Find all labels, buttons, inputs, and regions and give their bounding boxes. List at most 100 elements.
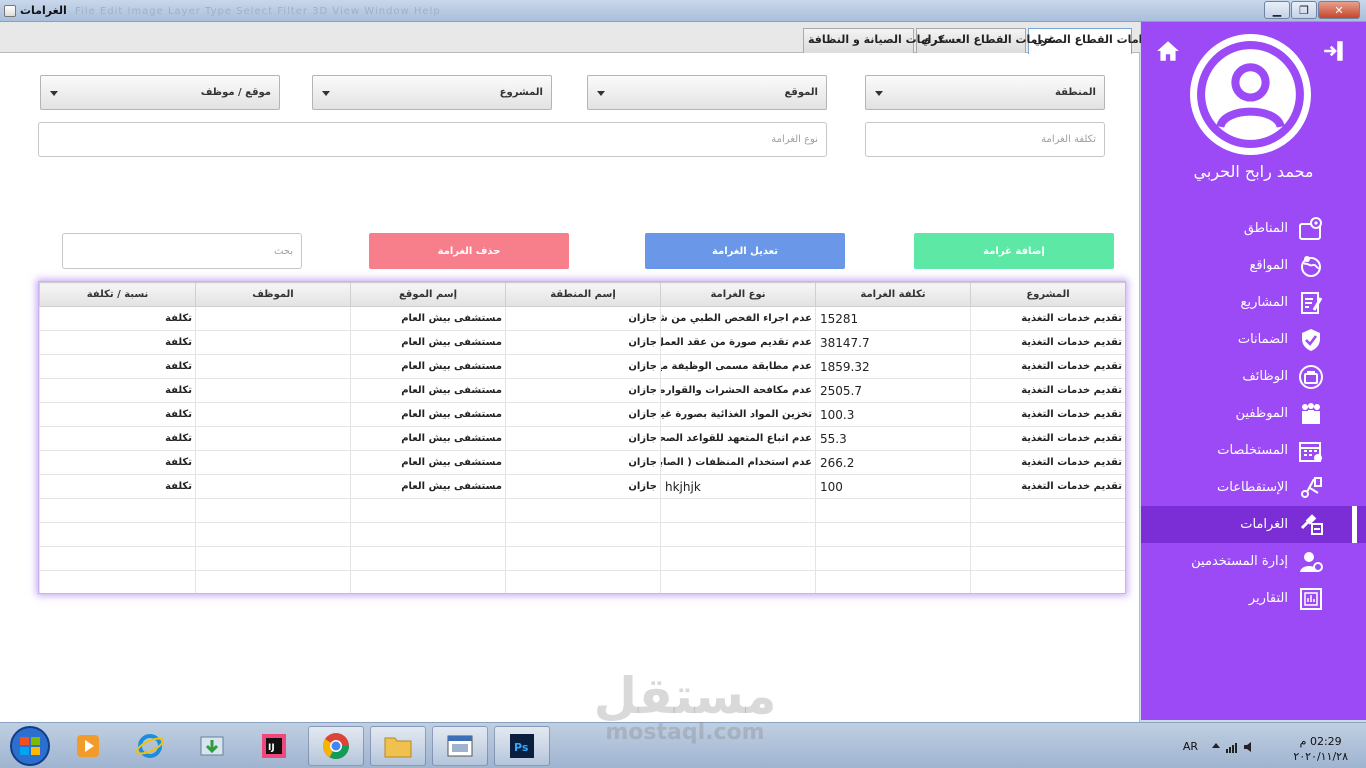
sidebar-item-guarantees[interactable]: الضمانات <box>1141 321 1366 358</box>
cell-region[interactable]: جازان <box>505 330 661 355</box>
maximize-button[interactable]: ❐ <box>1291 1 1317 19</box>
sidebar-item-deductions[interactable]: الإستقطاعات <box>1141 469 1366 506</box>
taskbar-chrome-icon[interactable] <box>308 726 364 766</box>
cell-region[interactable]: جازان <box>505 378 661 403</box>
cell-ratio-cost[interactable]: تكلفة <box>39 378 196 403</box>
cell-ratio-cost[interactable]: تكلفة <box>39 450 196 475</box>
cell-fine-type[interactable]: عدم تقديم صورة من عقد العمل بين ا... <box>660 330 816 355</box>
clock[interactable]: 02:29 م ٢٠٢٠/١١/٢٨ <box>1293 734 1348 764</box>
taskbar-explorer-icon[interactable] <box>370 726 426 766</box>
cell-employee[interactable] <box>195 474 351 499</box>
sidebar-item-jobs[interactable]: الوظائف <box>1141 358 1366 395</box>
sidebar-item-fines[interactable]: الغرامات <box>1141 506 1366 543</box>
cell-fine-cost[interactable]: 266.2 <box>815 450 971 475</box>
cell-project[interactable]: تقديم خدمات التغذية <box>970 306 1125 331</box>
cell-project[interactable]: تقديم خدمات التغذية <box>970 402 1125 427</box>
fine-type-input[interactable] <box>38 122 827 157</box>
cell-site[interactable]: مستشفى بيش العام <box>350 378 506 403</box>
language-indicator[interactable]: AR <box>1183 740 1198 753</box>
cell-fine-cost[interactable]: 2505.7 <box>815 378 971 403</box>
close-button[interactable]: ✕ <box>1318 1 1360 19</box>
column-header-site-name[interactable]: إسم الموقع <box>350 282 506 307</box>
start-button[interactable] <box>4 725 56 767</box>
cell-fine-type[interactable]: عدم استخدام المنظفات ( الصابون ... <box>660 450 816 475</box>
table-row[interactable]: تقديم خدمات التغذية 55.3 عدم اتباع المتعهد… <box>39 426 1125 451</box>
cell-region[interactable]: جازان <box>505 354 661 379</box>
cell-region[interactable]: جازان <box>505 474 661 499</box>
minimize-button[interactable]: ▁ <box>1264 1 1290 19</box>
delete-fine-button[interactable]: حذف الغرامة <box>369 233 569 269</box>
search-input[interactable] <box>62 233 302 269</box>
cell-ratio-cost[interactable]: تكلفة <box>39 306 196 331</box>
cell-fine-cost[interactable]: 100.3 <box>815 402 971 427</box>
taskbar-download-icon[interactable] <box>184 726 240 766</box>
tray-icons[interactable] <box>1210 740 1258 754</box>
table-row[interactable]: تقديم خدمات التغذية 1859.32 عدم مطابقة مسم… <box>39 354 1125 379</box>
table-row[interactable]: تقديم خدمات التغذية 15281 عدم اجراء الفحص … <box>39 306 1125 331</box>
cell-ratio-cost[interactable]: تكلفة <box>39 330 196 355</box>
sidebar-item-sites[interactable]: المواقع <box>1141 247 1366 284</box>
cell-site[interactable]: مستشفى بيش العام <box>350 354 506 379</box>
cell-fine-type[interactable]: عدم مطابقة مسمى الوظيفة مع المهن... <box>660 354 816 379</box>
sidebar-item-employees[interactable]: الموظفين <box>1141 395 1366 432</box>
sidebar-item-regions[interactable]: المناطق <box>1141 210 1366 247</box>
cell-project[interactable]: تقديم خدمات التغذية <box>970 330 1125 355</box>
cell-ratio-cost[interactable]: تكلفة <box>39 354 196 379</box>
column-header-project[interactable]: المشروع <box>970 282 1125 307</box>
cell-employee[interactable] <box>195 354 351 379</box>
table-row[interactable]: تقديم خدمات التغذية 266.2 عدم استخدام المن… <box>39 450 1125 475</box>
taskbar-photoshop-icon[interactable]: Ps <box>494 726 550 766</box>
logout-icon[interactable] <box>1321 38 1347 64</box>
cell-fine-cost[interactable]: 15281 <box>815 306 971 331</box>
cell-site[interactable]: مستشفى بيش العام <box>350 474 506 499</box>
cell-region[interactable]: جازان <box>505 306 661 331</box>
cell-project[interactable]: تقديم خدمات التغذية <box>970 378 1125 403</box>
tab-maintenance-cleaning[interactable]: غرامات الصيانة و النظافة <box>803 28 946 53</box>
edit-fine-button[interactable]: تعديل الغرامة <box>645 233 845 269</box>
cell-site[interactable]: مستشفى بيش العام <box>350 402 506 427</box>
project-select[interactable]: المشروع <box>312 75 552 110</box>
taskbar-java-app-icon[interactable] <box>432 726 488 766</box>
sidebar-item-reports[interactable]: التقارير <box>1141 580 1366 617</box>
cell-fine-type[interactable]: عدم اجراء الفحص الطبي من شهر ... <box>660 306 816 331</box>
site-employee-select[interactable]: موقع / موظف <box>40 75 280 110</box>
cell-employee[interactable] <box>195 450 351 475</box>
cell-project[interactable]: تقديم خدمات التغذية <box>970 354 1125 379</box>
cell-site[interactable]: مستشفى بيش العام <box>350 330 506 355</box>
column-header-ratio-cost[interactable]: نسبة / تكلفة <box>39 282 196 307</box>
cell-fine-type[interactable]: تخزين المواد الغذائية بصورة غير ج... <box>660 402 816 427</box>
cell-fine-type[interactable]: عدم مكافحة الحشرات والقوارض( ... <box>660 378 816 403</box>
cell-employee[interactable] <box>195 378 351 403</box>
cell-site[interactable]: مستشفى بيش العام <box>350 426 506 451</box>
cell-fine-type[interactable]: hkjhjk <box>660 474 816 499</box>
cell-fine-type[interactable]: عدم اتباع المتعهد للقواعد الصحية لإ... <box>660 426 816 451</box>
column-header-employee[interactable]: الموظف <box>195 282 351 307</box>
cell-ratio-cost[interactable]: تكلفة <box>39 426 196 451</box>
cell-region[interactable]: جازان <box>505 426 661 451</box>
region-select[interactable]: المنطقة <box>865 75 1105 110</box>
column-header-fine-type[interactable]: نوع الغرامة <box>660 282 816 307</box>
cell-employee[interactable] <box>195 426 351 451</box>
table-row[interactable]: تقديم خدمات التغذية 100.3 تخزين المواد الغ… <box>39 402 1125 427</box>
site-select[interactable]: الموقع <box>587 75 827 110</box>
table-row[interactable]: تقديم خدمات التغذية 38147.7 عدم تقديم صورة… <box>39 330 1125 355</box>
cell-fine-cost[interactable]: 55.3 <box>815 426 971 451</box>
cell-employee[interactable] <box>195 306 351 331</box>
cell-ratio-cost[interactable]: تكلفة <box>39 402 196 427</box>
table-row[interactable]: تقديم خدمات التغذية 100 hkjhjk جازان مستشفى … <box>39 474 1125 499</box>
cell-project[interactable]: تقديم خدمات التغذية <box>970 450 1125 475</box>
cell-ratio-cost[interactable]: تكلفة <box>39 474 196 499</box>
taskbar-intellij-icon[interactable]: IJ <box>246 726 302 766</box>
cell-site[interactable]: مستشفى بيش العام <box>350 306 506 331</box>
cell-project[interactable]: تقديم خدمات التغذية <box>970 426 1125 451</box>
cell-fine-cost[interactable]: 1859.32 <box>815 354 971 379</box>
cell-employee[interactable] <box>195 402 351 427</box>
fine-cost-input[interactable] <box>865 122 1105 157</box>
taskbar-ie-icon[interactable] <box>122 726 178 766</box>
column-header-region-name[interactable]: إسم المنطقة <box>505 282 661 307</box>
cell-region[interactable]: جازان <box>505 450 661 475</box>
column-header-fine-cost[interactable]: تكلفة الغرامة <box>815 282 971 307</box>
add-fine-button[interactable]: إضافة غرامة <box>914 233 1114 269</box>
cell-project[interactable]: تقديم خدمات التغذية <box>970 474 1125 499</box>
cell-region[interactable]: جازان <box>505 402 661 427</box>
